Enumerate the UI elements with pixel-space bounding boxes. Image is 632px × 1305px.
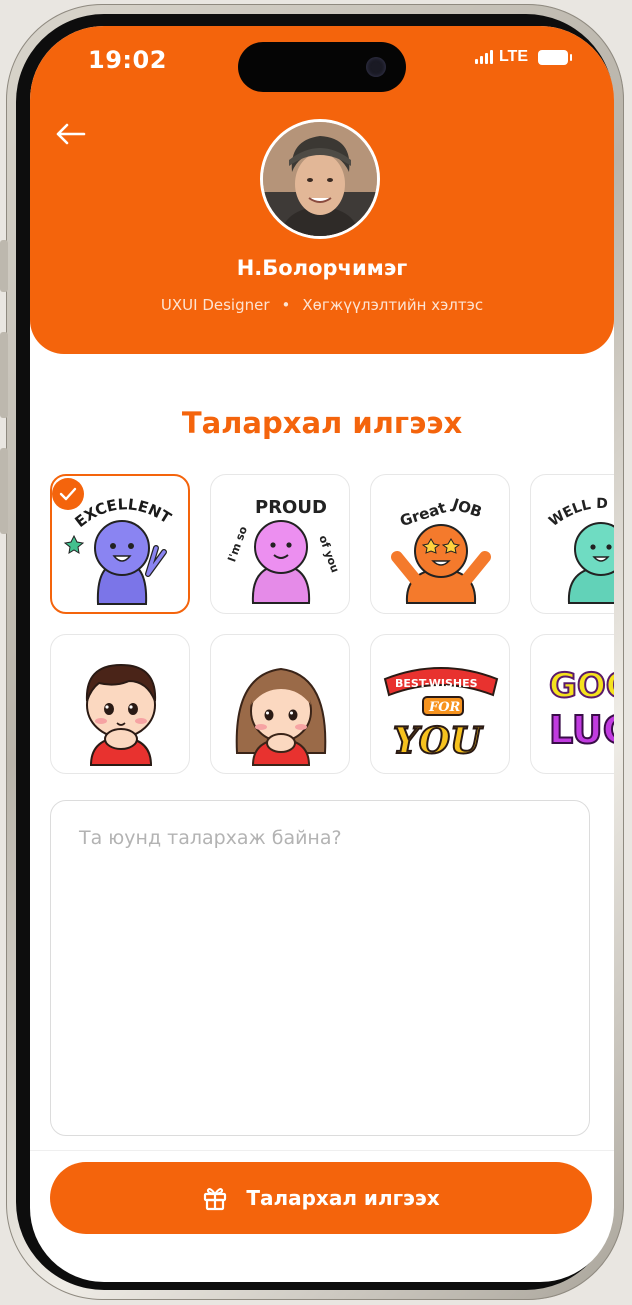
arrow-left-icon	[56, 123, 86, 145]
good-luck-sticker-image: GOO LUC	[548, 665, 614, 753]
message-input[interactable]	[50, 800, 590, 1136]
signal-icon	[474, 50, 493, 64]
svg-text:FOR: FOR	[428, 700, 461, 715]
gift-icon	[204, 1188, 227, 1211]
camera-icon	[366, 57, 386, 77]
volume-up-button	[0, 332, 8, 418]
svg-text:of you: of you	[316, 534, 341, 575]
network-label: LTE	[498, 48, 528, 65]
svg-text:I'm so: I'm so	[225, 524, 250, 563]
svg-text:YOU: YOU	[393, 720, 484, 762]
sticker-best-wishes[interactable]: BEST-WISHES FOR YOU	[370, 634, 510, 774]
sticker-great-job[interactable]: Great JOB	[370, 474, 510, 614]
selected-check-badge	[52, 478, 84, 510]
sticker-girl[interactable]	[210, 634, 350, 774]
meta-separator: •	[281, 296, 291, 314]
page-title: Талархал илгээх	[181, 406, 463, 440]
back-button[interactable]	[48, 112, 92, 156]
sticker-proud-of-you[interactable]: I'm so PROUD of you	[210, 474, 350, 614]
profile-meta: UXUI Designer • Хөгжүүлэлтийн хэлтэс	[30, 296, 614, 314]
send-button-label: Талархал илгээх	[246, 1186, 440, 1210]
proud-of-you-sticker-image: I'm so PROUD of you	[225, 497, 342, 604]
profile-department: Хөгжүүлэлтийн хэлтэс	[302, 296, 484, 314]
great-job-sticker-image: Great JOB	[391, 495, 491, 604]
profile-name: Н.Болорчимэг	[236, 256, 408, 280]
send-thanks-button[interactable]: Талархал илгээх	[50, 1162, 592, 1234]
sticker-well-done[interactable]: WELL D	[530, 474, 614, 614]
status-indicators: LTE	[474, 48, 572, 66]
boy-sticker-image	[85, 663, 157, 766]
avatar	[260, 119, 380, 239]
sticker-good-luck[interactable]: GOO LUC	[530, 634, 614, 774]
svg-text:JOB: JOB	[449, 495, 484, 522]
svg-text:LUC: LUC	[549, 708, 614, 752]
volume-down-button	[0, 448, 8, 534]
girl-sticker-image	[235, 667, 327, 766]
well-done-sticker-image: WELL D	[546, 496, 614, 604]
dynamic-island	[238, 42, 406, 92]
status-time: 19:02	[88, 46, 167, 74]
svg-text:BEST-WISHES: BEST-WISHES	[395, 677, 478, 690]
svg-text:PROUD: PROUD	[255, 497, 327, 518]
best-wishes-sticker-image: BEST-WISHES FOR YOU	[383, 667, 499, 763]
profile-role: UXUI Designer	[160, 296, 270, 314]
divider	[30, 1150, 614, 1151]
sticker-boy[interactable]	[50, 634, 190, 774]
side-button	[0, 240, 8, 292]
phone-screen: 19:02 LTE Н.Болорчимэг UXUI Designer • Хөг…	[30, 26, 614, 1282]
check-icon	[59, 487, 77, 501]
svg-text:GOO: GOO	[549, 666, 614, 706]
battery-icon	[538, 49, 572, 65]
